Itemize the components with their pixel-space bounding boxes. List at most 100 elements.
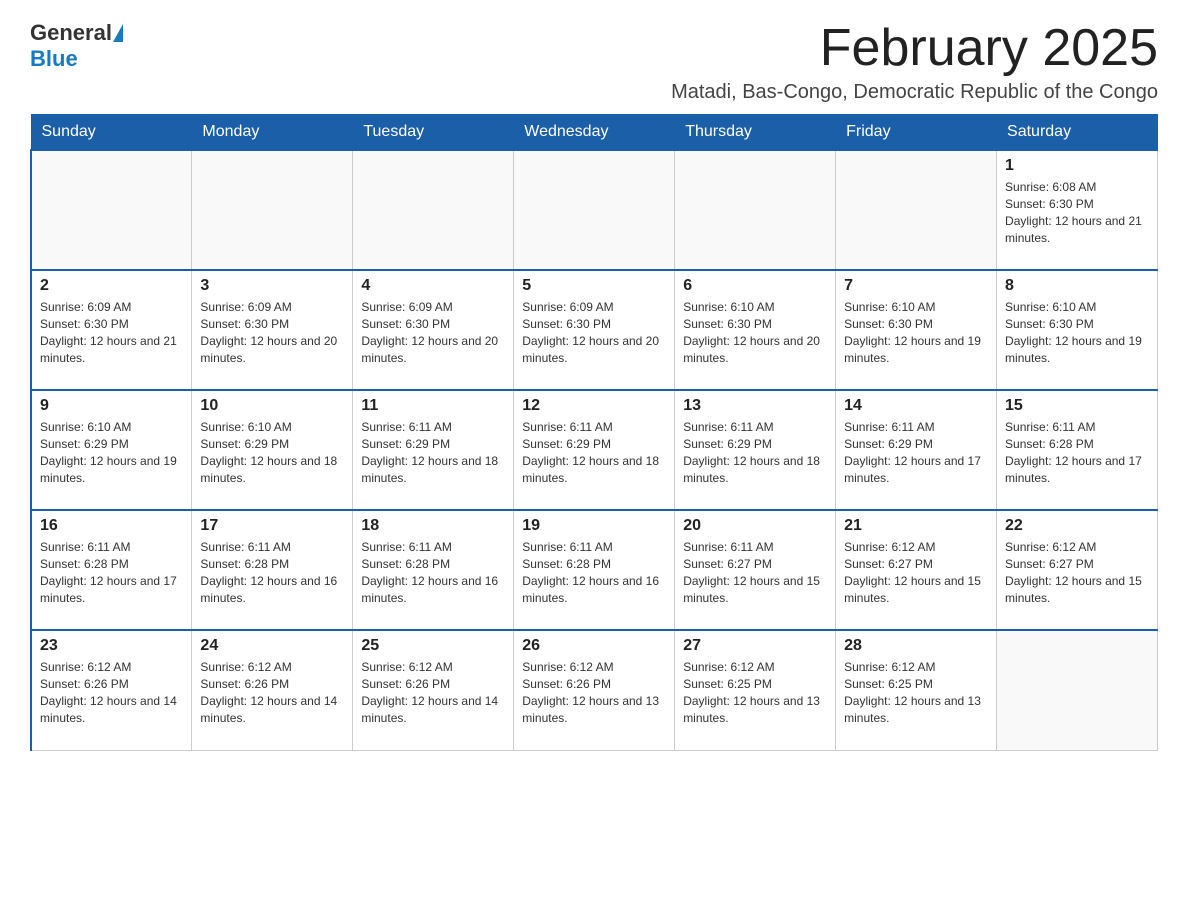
calendar-day-cell: 5Sunrise: 6:09 AM Sunset: 6:30 PM Daylig… bbox=[514, 270, 675, 390]
calendar-day-cell bbox=[675, 150, 836, 270]
calendar-header-sunday: Sunday bbox=[31, 115, 192, 151]
calendar-day-cell: 13Sunrise: 6:11 AM Sunset: 6:29 PM Dayli… bbox=[675, 390, 836, 510]
day-number: 18 bbox=[361, 517, 505, 535]
day-number: 13 bbox=[683, 397, 827, 415]
day-info: Sunrise: 6:12 AM Sunset: 6:26 PM Dayligh… bbox=[522, 659, 666, 726]
calendar-week-row: 1 Sunrise: 6:08 AM Sunset: 6:30 PM Daylig… bbox=[31, 150, 1158, 270]
day-info: Sunrise: 6:11 AM Sunset: 6:28 PM Dayligh… bbox=[361, 539, 505, 606]
day-number: 2 bbox=[40, 277, 183, 295]
calendar-day-cell: 16 Sunrise: 6:11 AM Sunset: 6:28 PM Dayli… bbox=[31, 510, 192, 630]
calendar-day-cell bbox=[353, 150, 514, 270]
day-info: Sunrise: 6:12 AM Sunset: 6:25 PM Dayligh… bbox=[683, 659, 827, 726]
calendar-day-cell: 3 Sunrise: 6:09 AM Sunset: 6:30 PM Daylig… bbox=[192, 270, 353, 390]
day-info: Sunrise: 6:08 AM Sunset: 6:30 PM Dayligh… bbox=[1005, 179, 1149, 246]
calendar-day-cell: 1 Sunrise: 6:08 AM Sunset: 6:30 PM Daylig… bbox=[997, 150, 1158, 270]
title-area: February 2025 Matadi, Bas-Congo, Democra… bbox=[671, 20, 1158, 104]
calendar-day-cell: 27 Sunrise: 6:12 AM Sunset: 6:25 PM Dayli… bbox=[675, 630, 836, 750]
day-number: 19 bbox=[522, 517, 666, 535]
day-info: Sunrise: 6:10 AM Sunset: 6:30 PM Dayligh… bbox=[1005, 299, 1149, 366]
calendar-day-cell bbox=[997, 630, 1158, 750]
page-header: General Blue February 2025 Matadi, Bas-C… bbox=[30, 20, 1158, 104]
day-info: Sunrise: 6:09 AM Sunset: 6:30 PM Dayligh… bbox=[200, 299, 344, 366]
calendar-day-cell: 4Sunrise: 6:09 AM Sunset: 6:30 PM Daylig… bbox=[353, 270, 514, 390]
logo-blue-text: Blue bbox=[30, 46, 78, 71]
calendar-day-cell: 6 Sunrise: 6:10 AM Sunset: 6:30 PM Daylig… bbox=[675, 270, 836, 390]
calendar-day-cell: 26 Sunrise: 6:12 AM Sunset: 6:26 PM Dayli… bbox=[514, 630, 675, 750]
calendar-week-row: 9 Sunrise: 6:10 AM Sunset: 6:29 PM Daylig… bbox=[31, 390, 1158, 510]
logo: General Blue bbox=[30, 20, 124, 72]
calendar-week-row: 16 Sunrise: 6:11 AM Sunset: 6:28 PM Dayli… bbox=[31, 510, 1158, 630]
calendar-header-tuesday: Tuesday bbox=[353, 115, 514, 151]
day-info: Sunrise: 6:11 AM Sunset: 6:27 PM Dayligh… bbox=[683, 539, 827, 606]
calendar-day-cell: 2 Sunrise: 6:09 AM Sunset: 6:30 PM Daylig… bbox=[31, 270, 192, 390]
day-number: 25 bbox=[361, 637, 505, 655]
day-number: 26 bbox=[522, 637, 666, 655]
calendar-header-row: SundayMondayTuesdayWednesdayThursdayFrid… bbox=[31, 115, 1158, 151]
day-info: Sunrise: 6:11 AM Sunset: 6:28 PM Dayligh… bbox=[522, 539, 666, 606]
day-number: 4 bbox=[361, 277, 505, 295]
calendar-day-cell: 9 Sunrise: 6:10 AM Sunset: 6:29 PM Daylig… bbox=[31, 390, 192, 510]
calendar-day-cell: 24 Sunrise: 6:12 AM Sunset: 6:26 PM Dayli… bbox=[192, 630, 353, 750]
day-number: 7 bbox=[844, 277, 988, 295]
day-number: 15 bbox=[1005, 397, 1149, 415]
day-info: Sunrise: 6:12 AM Sunset: 6:27 PM Dayligh… bbox=[844, 539, 988, 606]
day-number: 10 bbox=[200, 397, 344, 415]
day-info: Sunrise: 6:12 AM Sunset: 6:26 PM Dayligh… bbox=[200, 659, 344, 726]
calendar-day-cell: 11 Sunrise: 6:11 AM Sunset: 6:29 PM Dayli… bbox=[353, 390, 514, 510]
day-number: 24 bbox=[200, 637, 344, 655]
day-number: 12 bbox=[522, 397, 666, 415]
month-title: February 2025 bbox=[671, 20, 1158, 77]
day-info: Sunrise: 6:11 AM Sunset: 6:28 PM Dayligh… bbox=[200, 539, 344, 606]
calendar-day-cell: 12 Sunrise: 6:11 AM Sunset: 6:29 PM Dayli… bbox=[514, 390, 675, 510]
calendar-day-cell: 28 Sunrise: 6:12 AM Sunset: 6:25 PM Dayli… bbox=[836, 630, 997, 750]
day-info: Sunrise: 6:11 AM Sunset: 6:29 PM Dayligh… bbox=[844, 419, 988, 486]
day-info: Sunrise: 6:11 AM Sunset: 6:29 PM Dayligh… bbox=[361, 419, 505, 486]
calendar-week-row: 23 Sunrise: 6:12 AM Sunset: 6:26 PM Dayli… bbox=[31, 630, 1158, 750]
day-number: 8 bbox=[1005, 277, 1149, 295]
calendar-header-saturday: Saturday bbox=[997, 115, 1158, 151]
calendar-day-cell: 15 Sunrise: 6:11 AM Sunset: 6:28 PM Dayli… bbox=[997, 390, 1158, 510]
calendar-day-cell: 8 Sunrise: 6:10 AM Sunset: 6:30 PM Daylig… bbox=[997, 270, 1158, 390]
day-info: Sunrise: 6:12 AM Sunset: 6:26 PM Dayligh… bbox=[40, 659, 183, 726]
day-number: 3 bbox=[200, 277, 344, 295]
day-number: 22 bbox=[1005, 517, 1149, 535]
day-info: Sunrise: 6:11 AM Sunset: 6:29 PM Dayligh… bbox=[522, 419, 666, 486]
day-info: Sunrise: 6:11 AM Sunset: 6:28 PM Dayligh… bbox=[1005, 419, 1149, 486]
calendar-week-row: 2 Sunrise: 6:09 AM Sunset: 6:30 PM Daylig… bbox=[31, 270, 1158, 390]
day-number: 21 bbox=[844, 517, 988, 535]
day-info: Sunrise: 6:10 AM Sunset: 6:30 PM Dayligh… bbox=[844, 299, 988, 366]
day-number: 1 bbox=[1005, 157, 1149, 175]
calendar-day-cell: 18 Sunrise: 6:11 AM Sunset: 6:28 PM Dayli… bbox=[353, 510, 514, 630]
day-number: 16 bbox=[40, 517, 183, 535]
day-number: 11 bbox=[361, 397, 505, 415]
day-info: Sunrise: 6:09 AM Sunset: 6:30 PM Dayligh… bbox=[40, 299, 183, 366]
calendar-day-cell bbox=[836, 150, 997, 270]
calendar-day-cell: 17Sunrise: 6:11 AM Sunset: 6:28 PM Dayli… bbox=[192, 510, 353, 630]
day-info: Sunrise: 6:09 AM Sunset: 6:30 PM Dayligh… bbox=[522, 299, 666, 366]
logo-triangle-icon bbox=[113, 24, 123, 42]
calendar-day-cell bbox=[514, 150, 675, 270]
calendar-day-cell: 14 Sunrise: 6:11 AM Sunset: 6:29 PM Dayli… bbox=[836, 390, 997, 510]
day-number: 6 bbox=[683, 277, 827, 295]
day-number: 14 bbox=[844, 397, 988, 415]
calendar-table: SundayMondayTuesdayWednesdayThursdayFrid… bbox=[30, 114, 1158, 751]
calendar-day-cell bbox=[192, 150, 353, 270]
day-info: Sunrise: 6:12 AM Sunset: 6:25 PM Dayligh… bbox=[844, 659, 988, 726]
day-number: 23 bbox=[40, 637, 183, 655]
day-number: 27 bbox=[683, 637, 827, 655]
location-subtitle: Matadi, Bas-Congo, Democratic Republic o… bbox=[671, 81, 1158, 104]
day-number: 28 bbox=[844, 637, 988, 655]
day-info: Sunrise: 6:10 AM Sunset: 6:29 PM Dayligh… bbox=[200, 419, 344, 486]
calendar-day-cell: 19 Sunrise: 6:11 AM Sunset: 6:28 PM Dayli… bbox=[514, 510, 675, 630]
day-number: 9 bbox=[40, 397, 183, 415]
calendar-day-cell: 25Sunrise: 6:12 AM Sunset: 6:26 PM Dayli… bbox=[353, 630, 514, 750]
calendar-header-thursday: Thursday bbox=[675, 115, 836, 151]
calendar-day-cell bbox=[31, 150, 192, 270]
calendar-day-cell: 7 Sunrise: 6:10 AM Sunset: 6:30 PM Daylig… bbox=[836, 270, 997, 390]
day-info: Sunrise: 6:11 AM Sunset: 6:28 PM Dayligh… bbox=[40, 539, 183, 606]
calendar-header-friday: Friday bbox=[836, 115, 997, 151]
day-info: Sunrise: 6:10 AM Sunset: 6:29 PM Dayligh… bbox=[40, 419, 183, 486]
calendar-day-cell: 20 Sunrise: 6:11 AM Sunset: 6:27 PM Dayli… bbox=[675, 510, 836, 630]
day-number: 20 bbox=[683, 517, 827, 535]
day-info: Sunrise: 6:10 AM Sunset: 6:30 PM Dayligh… bbox=[683, 299, 827, 366]
